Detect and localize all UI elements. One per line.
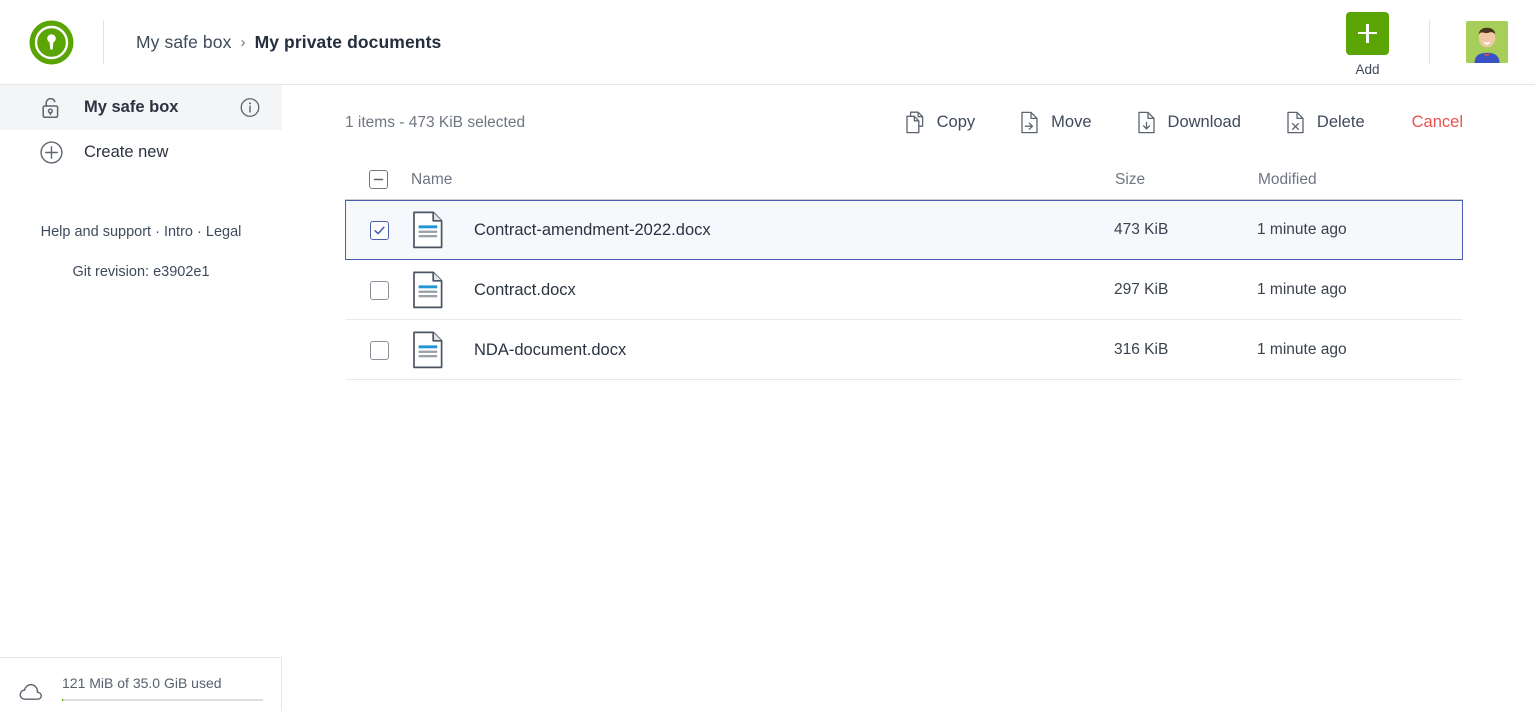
row-size: 473 KiB [1114, 221, 1169, 238]
move-button-label: Move [1051, 113, 1092, 131]
row-checkbox[interactable] [369, 220, 389, 240]
docx-file-icon [412, 331, 458, 369]
storage-usage-panel: 121 MiB of 35.0 GiB used [0, 657, 282, 711]
docx-file-icon [412, 271, 458, 309]
row-select-cell [346, 280, 412, 300]
move-button[interactable]: Move [1020, 111, 1092, 134]
file-name-label: Contract.docx [474, 280, 576, 299]
table-row[interactable]: Contract.docx 297 KiB 1 minute ago [345, 260, 1463, 320]
select-all-checkbox[interactable] [368, 170, 388, 189]
sidebar-item-label: Create new [84, 143, 169, 161]
download-button-label: Download [1167, 113, 1241, 131]
info-circle-icon[interactable] [240, 98, 260, 118]
copy-icon [905, 111, 926, 134]
storage-usage-text: 121 MiB of 35.0 GiB used [62, 675, 222, 691]
sidebar-item-label: My safe box [84, 98, 179, 116]
link-separator: · [151, 224, 164, 240]
copy-button-label: Copy [936, 113, 976, 131]
breadcrumb-separator: › [240, 33, 246, 51]
avatar[interactable] [1466, 21, 1508, 63]
column-header-size[interactable]: Size [1115, 171, 1258, 189]
row-size: 316 KiB [1114, 341, 1169, 358]
row-name-cell: Contract-amendment-2022.docx [412, 211, 1114, 249]
row-checkbox[interactable] [369, 280, 389, 300]
storage-info: 121 MiB of 35.0 GiB used [62, 675, 281, 701]
cancel-button-label: Cancel [1411, 113, 1463, 131]
row-name-cell: NDA-document.docx [412, 331, 1114, 369]
cancel-button[interactable]: Cancel [1412, 113, 1463, 132]
plus-circle-icon [38, 141, 64, 164]
page-body: My safe box Create new Help and support … [0, 85, 1535, 711]
padlock-keyhole-logo-icon [29, 20, 74, 64]
selection-action-bar: 1 items - 473 KiB selected Copy Move Dow… [345, 85, 1463, 160]
selection-summary: 1 items - 473 KiB selected [345, 113, 526, 131]
file-name-label: Contract-amendment-2022.docx [474, 220, 711, 239]
open-padlock-icon [38, 97, 64, 119]
git-revision: Git revision: e3902e1 [72, 264, 210, 281]
sidebar-footer-links: Help and support · Intro · Legal [0, 221, 282, 244]
row-modified: 1 minute ago [1257, 221, 1347, 238]
row-size: 297 KiB [1114, 281, 1169, 298]
move-icon [1020, 111, 1040, 134]
select-all-cell [345, 170, 411, 189]
delete-icon [1286, 111, 1306, 134]
breadcrumb-root-link[interactable]: My safe box [136, 32, 231, 53]
storage-progress-bar [62, 699, 263, 701]
row-modified: 1 minute ago [1257, 281, 1347, 298]
download-button[interactable]: Download [1137, 111, 1241, 134]
cloud-icon [0, 675, 62, 701]
delete-button[interactable]: Delete [1286, 111, 1365, 134]
action-buttons: Copy Move Download Delete Cancel [860, 111, 1463, 134]
file-table: Name Size Modified Contract-amendment-20… [345, 160, 1463, 380]
copy-button[interactable]: Copy [905, 111, 976, 134]
row-select-cell [346, 340, 412, 360]
table-row[interactable]: NDA-document.docx 316 KiB 1 minute ago [345, 320, 1463, 380]
header-divider-left [103, 20, 104, 64]
header-right-group: Add [1346, 0, 1535, 84]
file-name-label: NDA-document.docx [474, 340, 627, 359]
table-row[interactable]: Contract-amendment-2022.docx 473 KiB 1 m… [345, 200, 1463, 260]
legal-link[interactable]: Legal [206, 224, 241, 240]
docx-file-icon [412, 211, 458, 249]
storage-progress-fill [62, 699, 63, 701]
link-separator: · [192, 224, 206, 240]
main-content: 1 items - 473 KiB selected Copy Move Dow… [312, 85, 1535, 711]
top-bar: My safe box › My private documents Add [0, 0, 1535, 85]
app-logo[interactable] [0, 0, 103, 84]
add-button-label: Add [1355, 61, 1380, 77]
header-divider-right [1429, 20, 1430, 64]
sidebar: My safe box Create new Help and support … [0, 85, 312, 711]
checkmark-icon [373, 226, 385, 234]
sidebar-item-create-new[interactable]: Create new [0, 130, 282, 175]
row-name-cell: Contract.docx [412, 271, 1114, 309]
row-modified: 1 minute ago [1257, 341, 1347, 358]
row-select-cell [346, 220, 412, 240]
breadcrumb: My safe box › My private documents [136, 32, 441, 53]
plus-icon [1346, 11, 1389, 55]
table-header-row: Name Size Modified [345, 160, 1463, 200]
help-and-support-link[interactable]: Help and support [41, 224, 151, 240]
user-avatar-icon [1466, 21, 1508, 63]
add-button[interactable]: Add [1346, 8, 1389, 77]
intro-link[interactable]: Intro [164, 224, 193, 240]
column-header-modified[interactable]: Modified [1258, 171, 1463, 189]
breadcrumb-current: My private documents [254, 31, 442, 52]
indeterminate-dash-icon [373, 178, 383, 181]
column-header-name[interactable]: Name [411, 171, 1115, 189]
sidebar-item-my-safe-box[interactable]: My safe box [0, 85, 282, 130]
delete-button-label: Delete [1316, 113, 1365, 131]
row-checkbox[interactable] [369, 340, 389, 360]
download-icon [1137, 111, 1157, 134]
